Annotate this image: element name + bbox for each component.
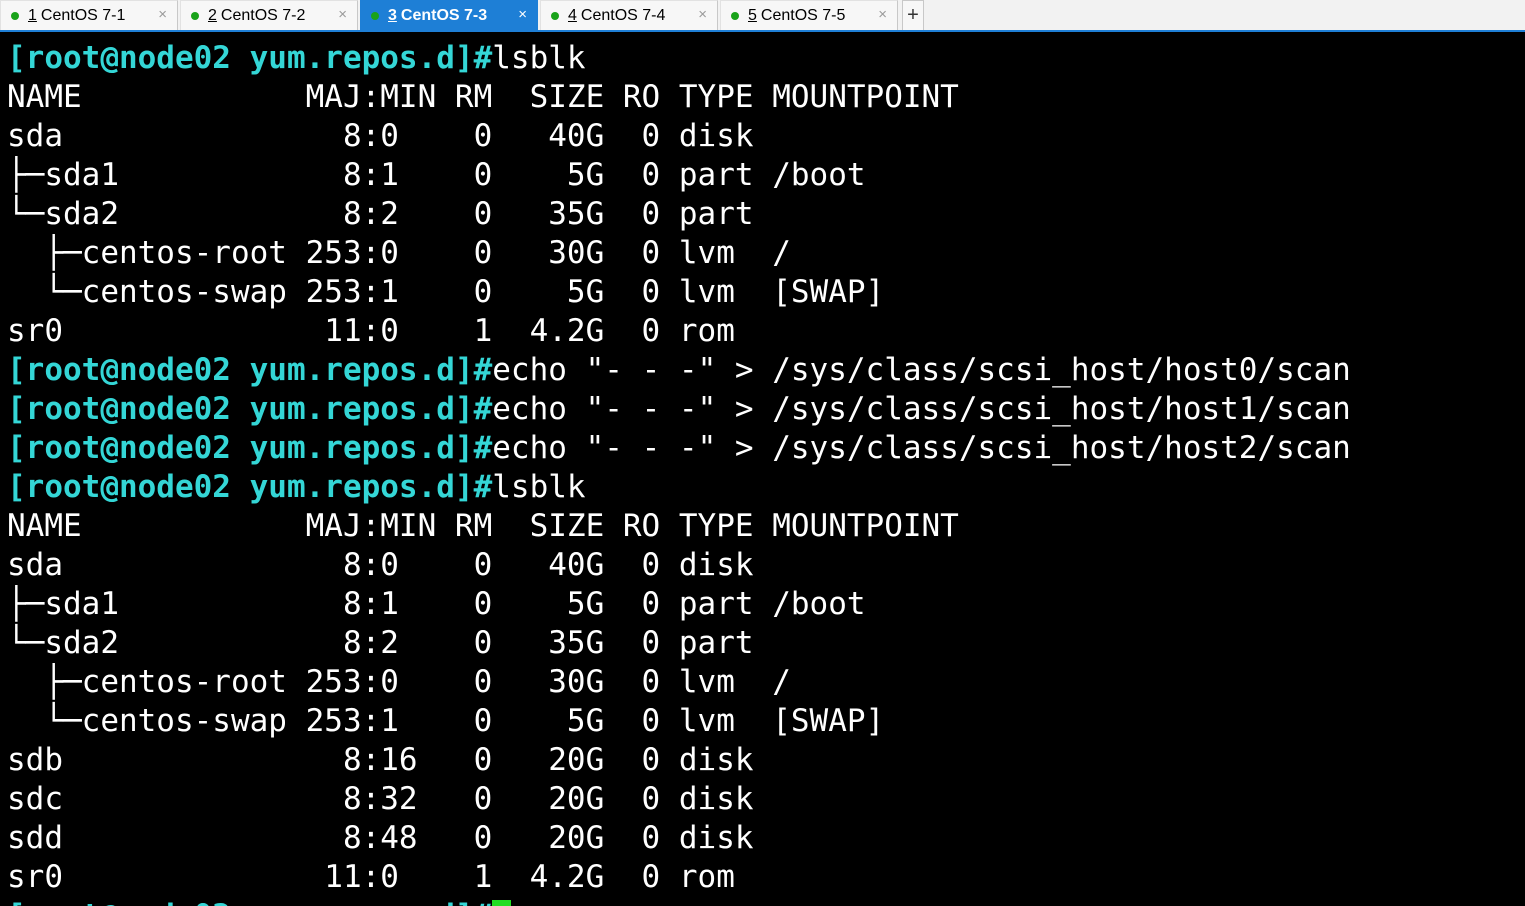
- tab-number: 3: [388, 6, 397, 24]
- output-text: sda 8:0 0 40G 0 disk: [7, 547, 754, 583]
- command-line: [root@node02 yum.repos.d]#echo "- - -" >…: [7, 351, 1525, 390]
- output-text: └─centos-swap 253:1 0 5G 0 lvm [SWAP]: [7, 703, 885, 739]
- tab-label: CentOS 7-4: [580, 6, 666, 24]
- tab-label: CentOS 7-3: [400, 6, 488, 24]
- command-line: [root@node02 yum.repos.d]#echo "- - -" >…: [7, 390, 1525, 429]
- close-tab-icon[interactable]: ×: [338, 6, 347, 23]
- terminal-output[interactable]: [root@node02 yum.repos.d]#lsblk NAME MAJ:…: [0, 34, 1525, 906]
- command-line: [root@node02 yum.repos.d]#lsblk: [7, 39, 1525, 78]
- connected-status-icon: [11, 11, 19, 20]
- command-text: echo "- - -" > /sys/class/scsi_host/host…: [492, 391, 1351, 427]
- close-tab-icon[interactable]: ×: [698, 6, 707, 23]
- close-tab-icon[interactable]: ×: [878, 6, 887, 23]
- command-line: [root@node02 yum.repos.d]#: [7, 897, 1525, 906]
- command-text: echo "- - -" > /sys/class/scsi_host/host…: [492, 352, 1351, 388]
- close-tab-icon[interactable]: ×: [518, 6, 527, 23]
- terminal-app-window: 1 CentOS 7-1 × 2 CentOS 7-2 × 3 CentOS 7…: [0, 0, 1525, 906]
- tab-number: 4: [568, 6, 577, 24]
- output-text: NAME MAJ:MIN RM SIZE RO TYPE MOUNTPOINT: [7, 508, 959, 544]
- connected-status-icon: [371, 11, 379, 20]
- close-tab-icon[interactable]: ×: [158, 6, 167, 23]
- output-line: sr0 11:0 1 4.2G 0 rom: [7, 858, 1525, 897]
- output-line: sda 8:0 0 40G 0 disk: [7, 117, 1525, 156]
- output-text: sr0 11:0 1 4.2G 0 rom: [7, 313, 735, 349]
- command-text: lsblk: [492, 469, 586, 505]
- output-line: └─sda2 8:2 0 35G 0 part: [7, 195, 1525, 234]
- output-line: └─sda2 8:2 0 35G 0 part: [7, 624, 1525, 663]
- output-line: sdb 8:16 0 20G 0 disk: [7, 741, 1525, 780]
- output-line: NAME MAJ:MIN RM SIZE RO TYPE MOUNTPOINT: [7, 78, 1525, 117]
- tab-number: 1: [28, 6, 37, 24]
- output-line: sdc 8:32 0 20G 0 disk: [7, 780, 1525, 819]
- command-line: [root@node02 yum.repos.d]#lsblk: [7, 468, 1525, 507]
- connected-status-icon: [551, 11, 559, 20]
- shell-prompt: [root@node02 yum.repos.d]#: [7, 391, 493, 427]
- session-tab-3[interactable]: 3 CentOS 7-3 ×: [360, 0, 538, 30]
- command-text: echo "- - -" > /sys/class/scsi_host/host…: [492, 430, 1351, 466]
- output-line: ├─centos-root 253:0 0 30G 0 lvm /: [7, 234, 1525, 273]
- session-tab-bar: 1 CentOS 7-1 × 2 CentOS 7-2 × 3 CentOS 7…: [0, 0, 1525, 32]
- text-cursor: [492, 900, 512, 906]
- output-text: sr0 11:0 1 4.2G 0 rom: [7, 859, 735, 895]
- session-tab-2[interactable]: 2 CentOS 7-2 ×: [180, 0, 358, 30]
- output-text: ├─sda1 8:1 0 5G 0 part /boot: [7, 157, 866, 193]
- command-text: lsblk: [492, 40, 586, 76]
- output-text: sdd 8:48 0 20G 0 disk: [7, 820, 754, 856]
- output-text: └─centos-swap 253:1 0 5G 0 lvm [SWAP]: [7, 274, 885, 310]
- output-text: └─sda2 8:2 0 35G 0 part: [7, 625, 754, 661]
- tab-number: 2: [208, 6, 217, 24]
- session-tab-1[interactable]: 1 CentOS 7-1 ×: [0, 0, 178, 30]
- command-line: [root@node02 yum.repos.d]#echo "- - -" >…: [7, 429, 1525, 468]
- shell-prompt: [root@node02 yum.repos.d]#: [7, 898, 492, 906]
- output-text: sdb 8:16 0 20G 0 disk: [7, 742, 754, 778]
- output-text: ├─centos-root 253:0 0 30G 0 lvm /: [7, 235, 791, 271]
- output-line: sda 8:0 0 40G 0 disk: [7, 546, 1525, 585]
- output-line: NAME MAJ:MIN RM SIZE RO TYPE MOUNTPOINT: [7, 507, 1525, 546]
- session-tab-5[interactable]: 5 CentOS 7-5 ×: [720, 0, 898, 30]
- shell-prompt: [root@node02 yum.repos.d]#: [7, 430, 493, 466]
- output-line: └─centos-swap 253:1 0 5G 0 lvm [SWAP]: [7, 702, 1525, 741]
- output-line: ├─sda1 8:1 0 5G 0 part /boot: [7, 156, 1525, 195]
- output-text: ├─centos-root 253:0 0 30G 0 lvm /: [7, 664, 791, 700]
- output-line: ├─centos-root 253:0 0 30G 0 lvm /: [7, 663, 1525, 702]
- tab-label: CentOS 7-1: [40, 6, 126, 24]
- shell-prompt: [root@node02 yum.repos.d]#: [7, 352, 493, 388]
- tab-label: CentOS 7-2: [220, 6, 306, 24]
- output-text: sdc 8:32 0 20G 0 disk: [7, 781, 754, 817]
- output-text: └─sda2 8:2 0 35G 0 part: [7, 196, 754, 232]
- output-text: ├─sda1 8:1 0 5G 0 part /boot: [7, 586, 866, 622]
- new-tab-button[interactable]: +: [902, 0, 924, 30]
- tab-label: CentOS 7-5: [760, 6, 846, 24]
- connected-status-icon: [731, 11, 739, 20]
- output-text: NAME MAJ:MIN RM SIZE RO TYPE MOUNTPOINT: [7, 79, 959, 115]
- output-text: sda 8:0 0 40G 0 disk: [7, 118, 754, 154]
- output-line: └─centos-swap 253:1 0 5G 0 lvm [SWAP]: [7, 273, 1525, 312]
- connected-status-icon: [191, 11, 199, 20]
- output-line: sdd 8:48 0 20G 0 disk: [7, 819, 1525, 858]
- shell-prompt: [root@node02 yum.repos.d]#: [7, 469, 493, 505]
- shell-prompt: [root@node02 yum.repos.d]#: [7, 40, 493, 76]
- session-tab-4[interactable]: 4 CentOS 7-4 ×: [540, 0, 718, 30]
- output-line: sr0 11:0 1 4.2G 0 rom: [7, 312, 1525, 351]
- output-line: ├─sda1 8:1 0 5G 0 part /boot: [7, 585, 1525, 624]
- tab-number: 5: [748, 6, 757, 24]
